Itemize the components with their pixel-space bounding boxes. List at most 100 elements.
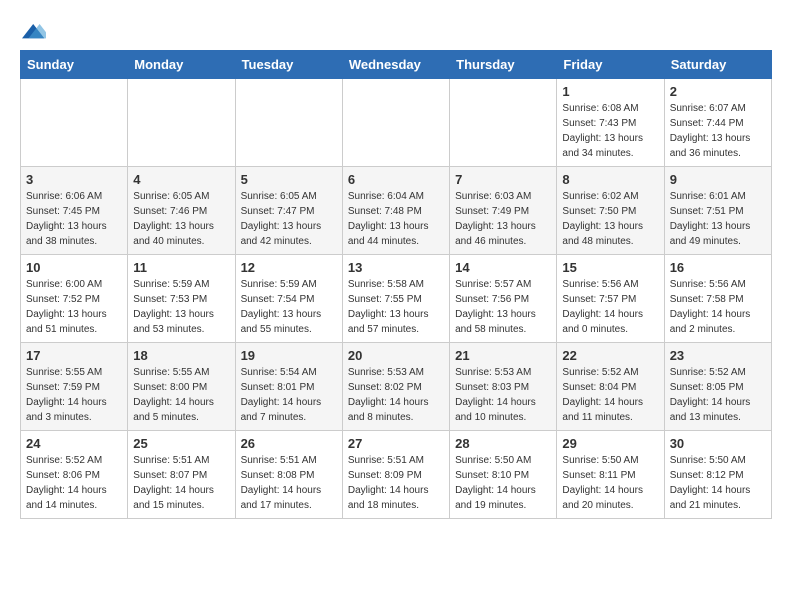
day-info: Sunrise: 5:50 AM Sunset: 8:11 PM Dayligh… bbox=[562, 453, 658, 513]
day-number: 29 bbox=[562, 436, 658, 451]
calendar-day-19: 19 Sunrise: 5:54 AM Sunset: 8:01 PM Dayli… bbox=[235, 343, 342, 431]
day-number: 9 bbox=[670, 172, 766, 187]
day-info: Sunrise: 5:52 AM Sunset: 8:06 PM Dayligh… bbox=[26, 453, 122, 513]
day-number: 13 bbox=[348, 260, 444, 275]
day-number: 8 bbox=[562, 172, 658, 187]
calendar-day-10: 10 Sunrise: 6:00 AM Sunset: 7:52 PM Dayli… bbox=[21, 255, 128, 343]
calendar-header-row: SundayMondayTuesdayWednesdayThursdayFrid… bbox=[21, 51, 772, 79]
day-of-week-thursday: Thursday bbox=[450, 51, 557, 79]
calendar-day-25: 25 Sunrise: 5:51 AM Sunset: 8:07 PM Dayli… bbox=[128, 431, 235, 519]
day-info: Sunrise: 5:51 AM Sunset: 8:09 PM Dayligh… bbox=[348, 453, 444, 513]
day-info: Sunrise: 6:03 AM Sunset: 7:49 PM Dayligh… bbox=[455, 189, 551, 249]
calendar-day-7: 7 Sunrise: 6:03 AM Sunset: 7:49 PM Daylig… bbox=[450, 167, 557, 255]
calendar-day-6: 6Sunrise: 6:04 AM Sunset: 7:48 PM Daylig… bbox=[342, 167, 449, 255]
day-number: 16 bbox=[670, 260, 766, 275]
day-of-week-saturday: Saturday bbox=[664, 51, 771, 79]
calendar-day-1: 1 Sunrise: 6:08 AM Sunset: 7:43 PM Daylig… bbox=[557, 79, 664, 167]
calendar-day-11: 11Sunrise: 5:59 AM Sunset: 7:53 PM Dayli… bbox=[128, 255, 235, 343]
day-info: Sunrise: 5:51 AM Sunset: 8:07 PM Dayligh… bbox=[133, 453, 229, 513]
day-number: 5 bbox=[241, 172, 337, 187]
calendar-day-3: 3 Sunrise: 6:06 AM Sunset: 7:45 PM Daylig… bbox=[21, 167, 128, 255]
day-number: 25 bbox=[133, 436, 229, 451]
day-info: Sunrise: 5:52 AM Sunset: 8:04 PM Dayligh… bbox=[562, 365, 658, 425]
day-info: Sunrise: 5:55 AM Sunset: 7:59 PM Dayligh… bbox=[26, 365, 122, 425]
day-info: Sunrise: 6:08 AM Sunset: 7:43 PM Dayligh… bbox=[562, 101, 658, 161]
day-info: Sunrise: 5:58 AM Sunset: 7:55 PM Dayligh… bbox=[348, 277, 444, 337]
day-number: 10 bbox=[26, 260, 122, 275]
day-number: 4 bbox=[133, 172, 229, 187]
day-info: Sunrise: 6:06 AM Sunset: 7:45 PM Dayligh… bbox=[26, 189, 122, 249]
day-number: 26 bbox=[241, 436, 337, 451]
day-number: 14 bbox=[455, 260, 551, 275]
calendar-day-13: 13 Sunrise: 5:58 AM Sunset: 7:55 PM Dayli… bbox=[342, 255, 449, 343]
day-number: 19 bbox=[241, 348, 337, 363]
day-info: Sunrise: 5:56 AM Sunset: 7:58 PM Dayligh… bbox=[670, 277, 766, 337]
calendar-day-26: 26 Sunrise: 5:51 AM Sunset: 8:08 PM Dayli… bbox=[235, 431, 342, 519]
day-number: 11 bbox=[133, 260, 229, 275]
day-info: Sunrise: 6:04 AM Sunset: 7:48 PM Dayligh… bbox=[348, 189, 444, 249]
calendar-day-28: 28 Sunrise: 5:50 AM Sunset: 8:10 PM Dayli… bbox=[450, 431, 557, 519]
calendar-week-row: 17 Sunrise: 5:55 AM Sunset: 7:59 PM Dayli… bbox=[21, 343, 772, 431]
calendar-day-2: 2 Sunrise: 6:07 AM Sunset: 7:44 PM Daylig… bbox=[664, 79, 771, 167]
day-of-week-monday: Monday bbox=[128, 51, 235, 79]
day-number: 15 bbox=[562, 260, 658, 275]
calendar-day-empty bbox=[21, 79, 128, 167]
day-number: 20 bbox=[348, 348, 444, 363]
calendar-day-16: 16 Sunrise: 5:56 AM Sunset: 7:58 PM Dayli… bbox=[664, 255, 771, 343]
calendar-day-27: 27Sunrise: 5:51 AM Sunset: 8:09 PM Dayli… bbox=[342, 431, 449, 519]
day-info: Sunrise: 5:52 AM Sunset: 8:05 PM Dayligh… bbox=[670, 365, 766, 425]
day-info: Sunrise: 6:07 AM Sunset: 7:44 PM Dayligh… bbox=[670, 101, 766, 161]
day-info: Sunrise: 5:51 AM Sunset: 8:08 PM Dayligh… bbox=[241, 453, 337, 513]
day-info: Sunrise: 5:50 AM Sunset: 8:10 PM Dayligh… bbox=[455, 453, 551, 513]
calendar-day-30: 30 Sunrise: 5:50 AM Sunset: 8:12 PM Dayli… bbox=[664, 431, 771, 519]
day-number: 17 bbox=[26, 348, 122, 363]
day-info: Sunrise: 6:05 AM Sunset: 7:46 PM Dayligh… bbox=[133, 189, 229, 249]
calendar-day-5: 5 Sunrise: 6:05 AM Sunset: 7:47 PM Daylig… bbox=[235, 167, 342, 255]
calendar-day-empty bbox=[342, 79, 449, 167]
day-number: 28 bbox=[455, 436, 551, 451]
calendar-table: SundayMondayTuesdayWednesdayThursdayFrid… bbox=[20, 50, 772, 519]
day-info: Sunrise: 5:54 AM Sunset: 8:01 PM Dayligh… bbox=[241, 365, 337, 425]
day-number: 30 bbox=[670, 436, 766, 451]
day-of-week-tuesday: Tuesday bbox=[235, 51, 342, 79]
day-info: Sunrise: 5:57 AM Sunset: 7:56 PM Dayligh… bbox=[455, 277, 551, 337]
calendar-day-empty bbox=[450, 79, 557, 167]
day-info: Sunrise: 5:55 AM Sunset: 8:00 PM Dayligh… bbox=[133, 365, 229, 425]
calendar-day-18: 18 Sunrise: 5:55 AM Sunset: 8:00 PM Dayli… bbox=[128, 343, 235, 431]
day-of-week-wednesday: Wednesday bbox=[342, 51, 449, 79]
day-number: 21 bbox=[455, 348, 551, 363]
calendar-day-4: 4 Sunrise: 6:05 AM Sunset: 7:46 PM Daylig… bbox=[128, 167, 235, 255]
day-info: Sunrise: 5:50 AM Sunset: 8:12 PM Dayligh… bbox=[670, 453, 766, 513]
calendar-day-empty bbox=[235, 79, 342, 167]
calendar-day-12: 12Sunrise: 5:59 AM Sunset: 7:54 PM Dayli… bbox=[235, 255, 342, 343]
day-of-week-friday: Friday bbox=[557, 51, 664, 79]
day-number: 3 bbox=[26, 172, 122, 187]
day-info: Sunrise: 6:00 AM Sunset: 7:52 PM Dayligh… bbox=[26, 277, 122, 337]
day-number: 7 bbox=[455, 172, 551, 187]
day-number: 18 bbox=[133, 348, 229, 363]
page-header bbox=[20, 20, 772, 40]
day-number: 24 bbox=[26, 436, 122, 451]
day-number: 2 bbox=[670, 84, 766, 99]
day-number: 12 bbox=[241, 260, 337, 275]
calendar-day-9: 9 Sunrise: 6:01 AM Sunset: 7:51 PM Daylig… bbox=[664, 167, 771, 255]
day-number: 1 bbox=[562, 84, 658, 99]
day-info: Sunrise: 5:53 AM Sunset: 8:03 PM Dayligh… bbox=[455, 365, 551, 425]
calendar-week-row: 1 Sunrise: 6:08 AM Sunset: 7:43 PM Daylig… bbox=[21, 79, 772, 167]
calendar-day-29: 29 Sunrise: 5:50 AM Sunset: 8:11 PM Dayli… bbox=[557, 431, 664, 519]
calendar-day-14: 14 Sunrise: 5:57 AM Sunset: 7:56 PM Dayli… bbox=[450, 255, 557, 343]
day-number: 22 bbox=[562, 348, 658, 363]
calendar-week-row: 24 Sunrise: 5:52 AM Sunset: 8:06 PM Dayli… bbox=[21, 431, 772, 519]
calendar-week-row: 10 Sunrise: 6:00 AM Sunset: 7:52 PM Dayli… bbox=[21, 255, 772, 343]
logo bbox=[20, 20, 46, 40]
calendar-day-8: 8Sunrise: 6:02 AM Sunset: 7:50 PM Daylig… bbox=[557, 167, 664, 255]
day-info: Sunrise: 6:05 AM Sunset: 7:47 PM Dayligh… bbox=[241, 189, 337, 249]
day-of-week-sunday: Sunday bbox=[21, 51, 128, 79]
day-info: Sunrise: 6:01 AM Sunset: 7:51 PM Dayligh… bbox=[670, 189, 766, 249]
calendar-day-20: 20Sunrise: 5:53 AM Sunset: 8:02 PM Dayli… bbox=[342, 343, 449, 431]
calendar-day-17: 17 Sunrise: 5:55 AM Sunset: 7:59 PM Dayli… bbox=[21, 343, 128, 431]
calendar-day-23: 23Sunrise: 5:52 AM Sunset: 8:05 PM Dayli… bbox=[664, 343, 771, 431]
calendar-day-empty bbox=[128, 79, 235, 167]
calendar-day-22: 22 Sunrise: 5:52 AM Sunset: 8:04 PM Dayli… bbox=[557, 343, 664, 431]
calendar-day-24: 24 Sunrise: 5:52 AM Sunset: 8:06 PM Dayli… bbox=[21, 431, 128, 519]
